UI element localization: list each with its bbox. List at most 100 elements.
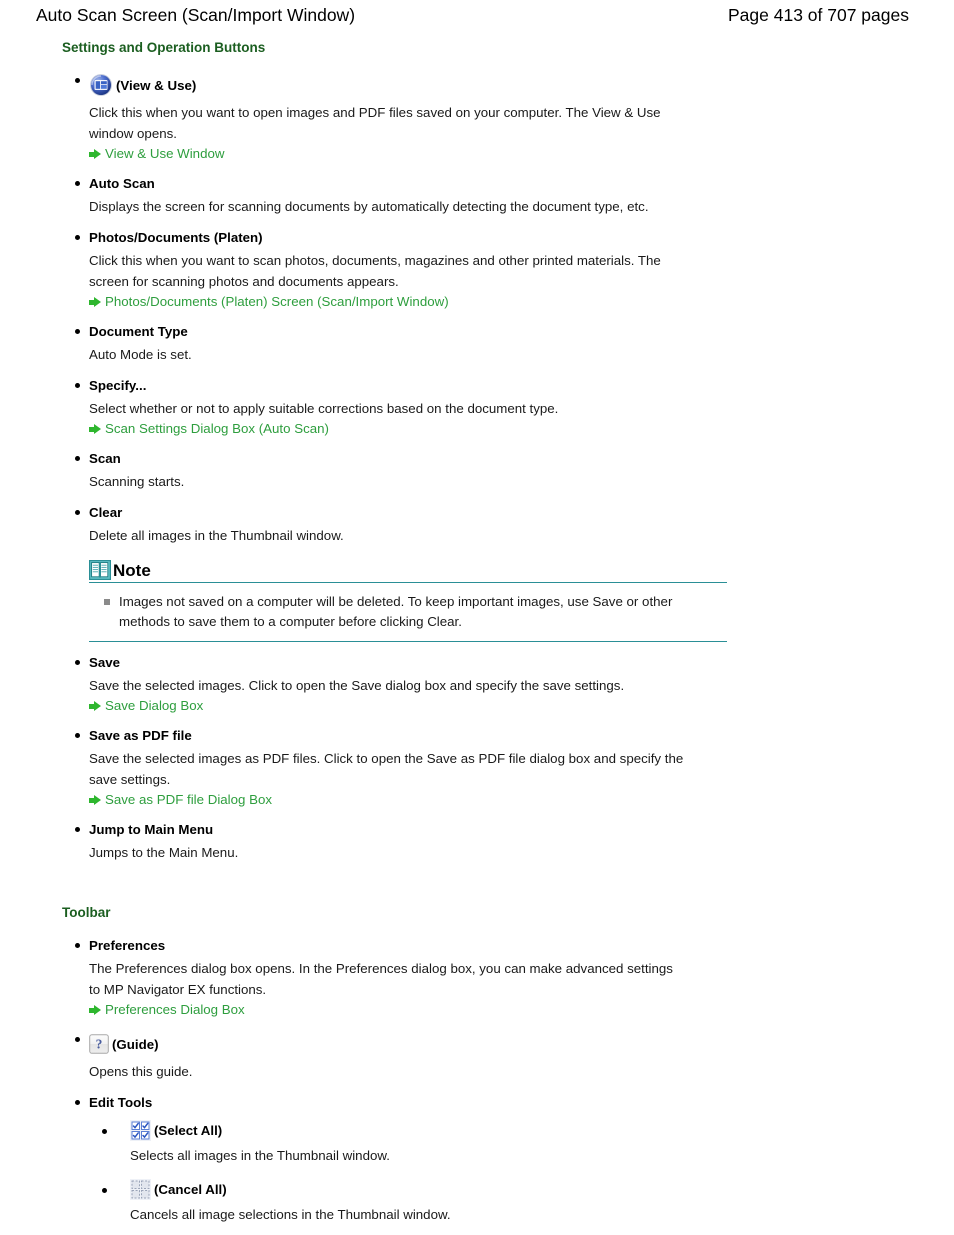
bullet-icon bbox=[75, 78, 80, 83]
arrow-right-icon bbox=[89, 700, 101, 712]
page-content: Settings and Operation Buttons (View & U… bbox=[0, 40, 954, 1227]
item-title-text: Jump to Main Menu bbox=[89, 822, 214, 837]
body-line: The Preferences dialog box opens. In the… bbox=[89, 961, 673, 976]
body-line: Click this when you want to open images … bbox=[89, 105, 661, 120]
bullet-icon bbox=[75, 181, 80, 186]
item-title-text: Clear bbox=[89, 505, 123, 520]
item-title-text: Auto Scan bbox=[89, 176, 155, 191]
cancel-all-icon[interactable] bbox=[130, 1178, 151, 1200]
item-body: Save the selected images as PDF files. C… bbox=[89, 748, 729, 809]
list-item: Document Type Auto Mode is set. bbox=[0, 323, 954, 365]
body-line: Click this when you want to scan photos,… bbox=[89, 253, 661, 268]
link-label[interactable]: Scan Settings Dialog Box (Auto Scan) bbox=[105, 420, 329, 438]
item-body: The Preferences dialog box opens. In the… bbox=[89, 958, 729, 1019]
bullet-icon bbox=[75, 235, 80, 240]
bullet-icon bbox=[75, 827, 80, 832]
item-body: Save the selected images. Click to open … bbox=[89, 675, 729, 715]
svg-text:?: ? bbox=[96, 1037, 103, 1052]
item-body: Opens this guide. bbox=[89, 1061, 729, 1082]
item-title-row: (Select All) bbox=[130, 1117, 954, 1143]
body-line: Save the selected images as PDF files. C… bbox=[89, 751, 684, 766]
link-label[interactable]: Save Dialog Box bbox=[105, 697, 203, 715]
list-item: Clear Delete all images in the Thumbnail… bbox=[0, 504, 954, 546]
view-and-use-icon[interactable] bbox=[89, 73, 113, 97]
item-body: Auto Mode is set. bbox=[89, 344, 729, 365]
toolbar-items-list: Preferences The Preferences dialog box o… bbox=[0, 937, 954, 1225]
list-item: ? (Guide) Opens this guide. bbox=[0, 1031, 954, 1082]
arrow-right-icon bbox=[89, 148, 101, 160]
body-line: save settings. bbox=[89, 772, 171, 787]
item-body: Scanning starts. bbox=[89, 471, 729, 492]
item-body: Delete all images in the Thumbnail windo… bbox=[89, 525, 729, 546]
link-label[interactable]: Preferences Dialog Box bbox=[105, 1001, 245, 1019]
note-bullet-list: Images not saved on a computer will be d… bbox=[89, 592, 727, 632]
list-item: Edit Tools (Select All) Selects all imag… bbox=[0, 1094, 954, 1225]
list-item: Photos/Documents (Platen) Click this whe… bbox=[0, 229, 954, 311]
arrow-right-icon bbox=[89, 794, 101, 806]
bullet-icon bbox=[75, 1037, 80, 1042]
settings-items-list-continued: Save Save the selected images. Click to … bbox=[0, 654, 954, 863]
body-line: Save the selected images. Click to open … bbox=[89, 678, 625, 693]
section-heading-settings: Settings and Operation Buttons bbox=[62, 40, 266, 55]
item-body: Jumps to the Main Menu. bbox=[89, 842, 729, 863]
body-line: screen for scanning photos and documents… bbox=[89, 274, 399, 289]
bullet-icon bbox=[75, 456, 80, 461]
bullet-icon bbox=[75, 733, 80, 738]
body-line: Auto Mode is set. bbox=[89, 347, 192, 362]
list-item: Images not saved on a computer will be d… bbox=[89, 592, 727, 632]
bullet-icon bbox=[102, 1188, 107, 1193]
link-label[interactable]: Photos/Documents (Platen) Screen (Scan/I… bbox=[105, 293, 449, 311]
page-title: Auto Scan Screen (Scan/Import Window) bbox=[36, 5, 356, 25]
document-page: Auto Scan Screen (Scan/Import Window) Pa… bbox=[0, 0, 954, 1235]
cross-reference-link[interactable]: Scan Settings Dialog Box (Auto Scan) bbox=[89, 420, 729, 438]
list-item: Scan Scanning starts. bbox=[0, 450, 954, 492]
cross-reference-link[interactable]: Save as PDF file Dialog Box bbox=[89, 791, 729, 809]
item-body: Displays the screen for scanning documen… bbox=[89, 196, 729, 217]
link-label[interactable]: View & Use Window bbox=[105, 145, 224, 163]
item-title-row: (View & Use) bbox=[89, 72, 954, 98]
cross-reference-link[interactable]: Preferences Dialog Box bbox=[89, 1001, 729, 1019]
list-item: (View & Use) Click this when you want to… bbox=[0, 72, 954, 163]
edit-tools-sublist: (Select All) Selects all images in the T… bbox=[89, 1117, 954, 1225]
cross-reference-link[interactable]: Save Dialog Box bbox=[89, 697, 729, 715]
item-body: Select whether or not to apply suitable … bbox=[89, 398, 729, 438]
item-title-text: (Cancel All) bbox=[154, 1181, 227, 1197]
item-title-text: Document Type bbox=[89, 324, 188, 339]
note-header: Note bbox=[89, 560, 727, 582]
item-title-row: (Cancel All) bbox=[130, 1176, 954, 1202]
bullet-icon bbox=[102, 1129, 107, 1134]
list-item: Jump to Main Menu Jumps to the Main Menu… bbox=[0, 821, 954, 863]
guide-question-icon[interactable]: ? bbox=[89, 1034, 109, 1054]
list-item: Auto Scan Displays the screen for scanni… bbox=[0, 175, 954, 217]
item-title-text: Scan bbox=[89, 451, 121, 466]
page-number-label: Page 413 of 707 pages bbox=[728, 5, 909, 25]
select-all-icon[interactable] bbox=[130, 1119, 151, 1141]
note-bullet-text: Images not saved on a computer will be d… bbox=[119, 594, 673, 629]
arrow-right-icon bbox=[89, 296, 101, 308]
item-body: Cancels all image selections in the Thum… bbox=[130, 1204, 770, 1225]
list-item: Save Save the selected images. Click to … bbox=[0, 654, 954, 715]
item-title-text: Preferences bbox=[89, 938, 166, 953]
item-title-text: (Select All) bbox=[154, 1122, 223, 1138]
body-line: Opens this guide. bbox=[89, 1064, 193, 1079]
body-line: Displays the screen for scanning documen… bbox=[89, 199, 649, 214]
body-line: Cancels all image selections in the Thum… bbox=[130, 1207, 451, 1222]
item-title-text: Edit Tools bbox=[89, 1095, 153, 1110]
link-label[interactable]: Save as PDF file Dialog Box bbox=[105, 791, 272, 809]
cross-reference-link[interactable]: View & Use Window bbox=[89, 145, 729, 163]
body-line: Select whether or not to apply suitable … bbox=[89, 401, 559, 416]
bullet-icon bbox=[75, 1100, 80, 1105]
list-item: (Select All) Selects all images in the T… bbox=[89, 1117, 954, 1166]
item-title-text: Save bbox=[89, 655, 121, 670]
bullet-icon bbox=[75, 510, 80, 515]
settings-items-list: (View & Use) Click this when you want to… bbox=[0, 72, 954, 546]
cross-reference-link[interactable]: Photos/Documents (Platen) Screen (Scan/I… bbox=[89, 293, 729, 311]
arrow-right-icon bbox=[89, 1004, 101, 1016]
body-line: window opens. bbox=[89, 126, 177, 141]
body-line: Selects all images in the Thumbnail wind… bbox=[130, 1148, 390, 1163]
note-callout: Note Images not saved on a computer will… bbox=[89, 560, 727, 642]
bullet-icon bbox=[75, 329, 80, 334]
item-body: Selects all images in the Thumbnail wind… bbox=[130, 1145, 770, 1166]
item-body: Click this when you want to scan photos,… bbox=[89, 250, 729, 311]
note-body: Images not saved on a computer will be d… bbox=[89, 583, 727, 641]
